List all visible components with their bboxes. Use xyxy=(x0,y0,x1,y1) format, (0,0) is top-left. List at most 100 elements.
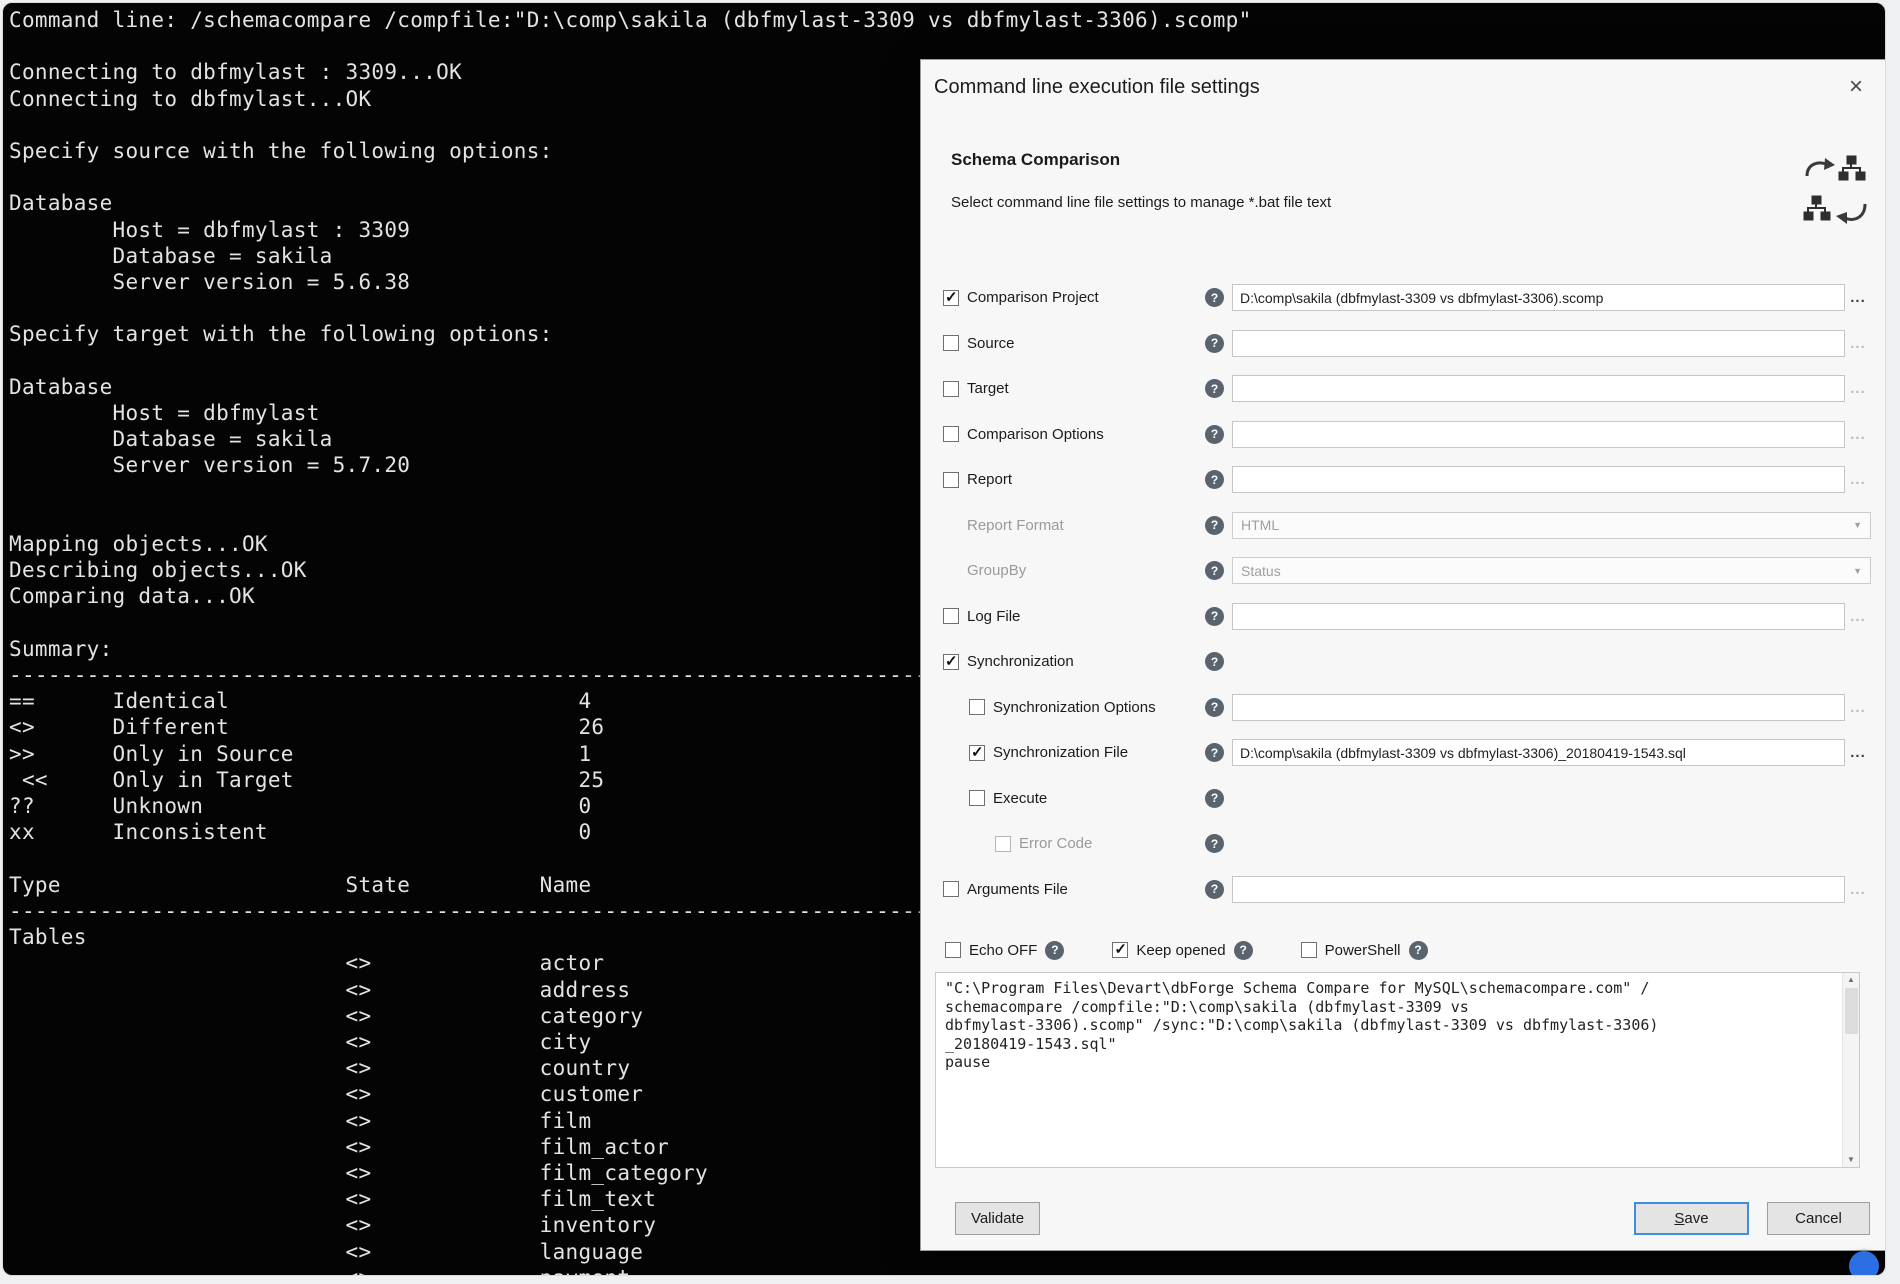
bat-text[interactable]: "C:\Program Files\Devart\dbForge Schema … xyxy=(936,973,1842,1167)
browse-button[interactable]: ... xyxy=(1845,289,1871,306)
bat-file-box: "C:\Program Files\Devart\dbForge Schema … xyxy=(935,972,1860,1168)
browse-button[interactable]: ... xyxy=(1845,608,1871,625)
row-checkbox[interactable] xyxy=(943,881,959,897)
scroll-thumb[interactable] xyxy=(1845,988,1858,1034)
row-input[interactable] xyxy=(1232,603,1845,630)
option-label: Keep opened xyxy=(1136,942,1225,959)
row-field: ... xyxy=(1232,421,1871,448)
chevron-down-icon: ▼ xyxy=(1853,520,1862,530)
row-field: ... xyxy=(1232,603,1871,630)
scroll-up-icon[interactable]: ▲ xyxy=(1847,975,1855,985)
help-icon[interactable]: ? xyxy=(1205,470,1224,489)
help-icon[interactable]: ? xyxy=(1205,880,1224,899)
row-checkbox[interactable] xyxy=(943,654,959,670)
help-icon[interactable]: ? xyxy=(1205,516,1224,535)
dropdown-value: Status xyxy=(1241,563,1281,579)
command-line-settings-dialog: Command line execution file settings × S… xyxy=(920,59,1886,1251)
help-icon[interactable]: ? xyxy=(1205,652,1224,671)
dropdown-value: HTML xyxy=(1241,517,1279,533)
section-title: Schema Comparison xyxy=(951,150,1871,170)
validate-button[interactable]: Validate xyxy=(955,1202,1040,1235)
row-checkbox[interactable] xyxy=(943,335,959,351)
settings-row: Source ? ... xyxy=(921,321,1885,367)
row-input[interactable] xyxy=(1232,466,1845,493)
row-input[interactable] xyxy=(1232,284,1845,311)
close-icon[interactable]: × xyxy=(1843,73,1869,101)
browse-button[interactable]: ... xyxy=(1845,471,1871,488)
help-icon[interactable]: ? xyxy=(1234,941,1253,960)
row-label: Synchronization File xyxy=(993,744,1128,761)
browse-button[interactable]: ... xyxy=(1845,744,1871,761)
help-icon[interactable]: ? xyxy=(1205,834,1224,853)
cancel-button[interactable]: Cancel xyxy=(1767,1202,1870,1235)
help-icon[interactable]: ? xyxy=(1205,288,1224,307)
save-button[interactable]: Save xyxy=(1634,1202,1749,1235)
row-checkbox[interactable] xyxy=(969,699,985,715)
row-checkbox[interactable] xyxy=(995,836,1011,852)
row-left: Report Format xyxy=(943,517,1205,534)
notification-badge[interactable] xyxy=(1849,1251,1879,1276)
row-checkbox[interactable] xyxy=(943,290,959,306)
help-icon[interactable]: ? xyxy=(1045,941,1064,960)
row-label: Log File xyxy=(967,608,1020,625)
help-icon[interactable]: ? xyxy=(1205,561,1224,580)
browse-button[interactable]: ... xyxy=(1845,380,1871,397)
row-left: Source xyxy=(943,335,1205,352)
option-checkbox[interactable] xyxy=(1301,942,1317,958)
dialog-title: Command line execution file settings xyxy=(934,76,1260,99)
row-left: Log File xyxy=(943,608,1205,625)
browse-button[interactable]: ... xyxy=(1845,426,1871,443)
row-input[interactable] xyxy=(1232,421,1845,448)
scrollbar[interactable]: ▲ ▼ xyxy=(1842,973,1859,1167)
row-input[interactable] xyxy=(1232,694,1845,721)
row-input[interactable] xyxy=(1232,739,1845,766)
row-dropdown[interactable]: HTML ▼ xyxy=(1232,512,1871,539)
row-field: ... xyxy=(1232,330,1871,357)
row-input[interactable] xyxy=(1232,876,1845,903)
help-icon[interactable]: ? xyxy=(1409,941,1428,960)
option-group: PowerShell ? xyxy=(1301,941,1428,960)
row-field: ... xyxy=(1232,466,1871,493)
help-icon[interactable]: ? xyxy=(1205,607,1224,626)
row-input[interactable] xyxy=(1232,375,1845,402)
browse-button[interactable]: ... xyxy=(1845,699,1871,716)
row-label: Comparison Options xyxy=(967,426,1104,443)
option-checkbox[interactable] xyxy=(945,942,961,958)
row-field: ... xyxy=(1232,694,1871,721)
row-input[interactable] xyxy=(1232,330,1845,357)
option-checkbox[interactable] xyxy=(1112,942,1128,958)
help-icon[interactable]: ? xyxy=(1205,425,1224,444)
section-subtitle: Select command line file settings to man… xyxy=(951,194,1871,211)
scroll-down-icon[interactable]: ▼ xyxy=(1847,1155,1855,1165)
browse-button[interactable]: ... xyxy=(1845,881,1871,898)
row-checkbox[interactable] xyxy=(943,381,959,397)
settings-row: Log File ? ... xyxy=(921,594,1885,640)
row-left: GroupBy xyxy=(943,562,1205,579)
schema-compare-icon xyxy=(1803,154,1869,228)
dialog-buttons: Validate Save Cancel xyxy=(921,1201,1885,1235)
row-field: Status▼ xyxy=(1232,557,1871,584)
settings-row: Comparison Options ? ... xyxy=(921,412,1885,458)
help-icon[interactable]: ? xyxy=(1205,698,1224,717)
row-field: HTML ▼ xyxy=(1232,512,1871,539)
row-checkbox[interactable] xyxy=(943,472,959,488)
console-window: Command line: /schemacompare /compfile:"… xyxy=(2,2,1886,1276)
help-icon[interactable]: ? xyxy=(1205,379,1224,398)
row-checkbox[interactable] xyxy=(969,745,985,761)
dialog-titlebar: Command line execution file settings × xyxy=(921,60,1885,114)
row-label: Synchronization Options xyxy=(993,699,1156,716)
row-checkbox[interactable] xyxy=(943,426,959,442)
help-icon[interactable]: ? xyxy=(1205,743,1224,762)
row-checkbox[interactable] xyxy=(943,608,959,624)
options-row: Echo OFF ? Keep opened ? PowerShell ? xyxy=(921,936,1885,964)
browse-button[interactable]: ... xyxy=(1845,335,1871,352)
settings-row: Synchronization File ? ... xyxy=(921,730,1885,776)
row-left: Arguments File xyxy=(943,881,1205,898)
help-icon[interactable]: ? xyxy=(1205,334,1224,353)
row-dropdown[interactable]: Status▼ xyxy=(1232,557,1871,584)
settings-row: GroupBy ? Status▼ xyxy=(921,548,1885,594)
row-label: Synchronization xyxy=(967,653,1074,670)
row-left: Error Code xyxy=(943,835,1205,852)
row-checkbox[interactable] xyxy=(969,790,985,806)
help-icon[interactable]: ? xyxy=(1205,789,1224,808)
